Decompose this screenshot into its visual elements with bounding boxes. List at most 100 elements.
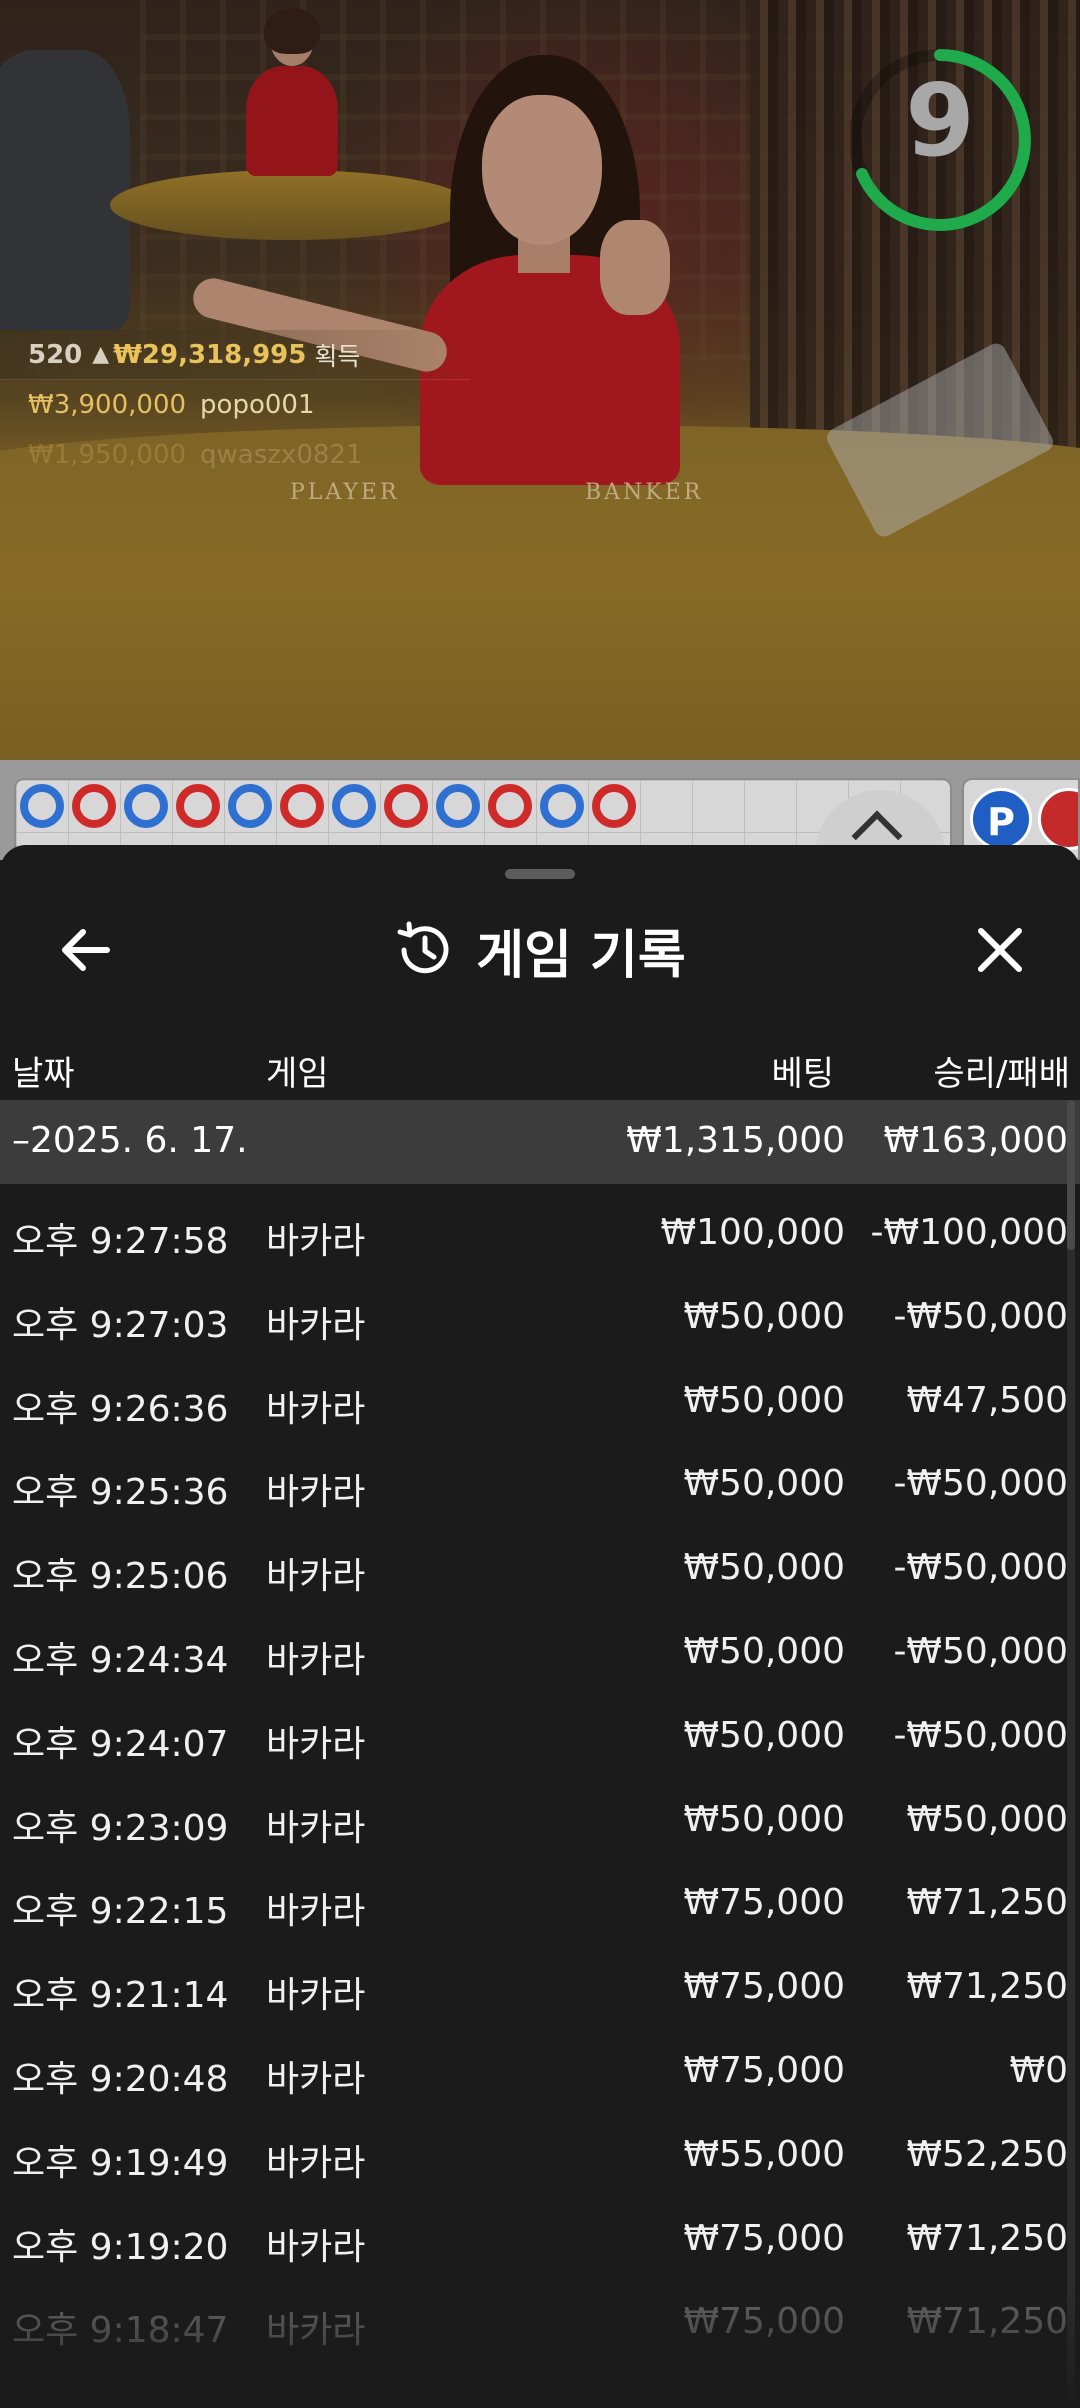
scrollbar[interactable] [1067, 1100, 1075, 2400]
row-time: 오후 9:27:58 [12, 1221, 229, 1262]
player-bead [436, 784, 480, 828]
row-game: 바카라 [266, 1472, 366, 1514]
top-winner-user: popo001 [200, 390, 315, 420]
winners-count: 520 [28, 339, 83, 370]
row-game: 바카라 [266, 2058, 366, 2100]
row-game: 바카라 [266, 1975, 366, 2017]
row-time: 오후 9:23:09 [12, 1807, 229, 1849]
row-time: 오후 9:27:03 [12, 1304, 229, 1346]
row-game: 바카라 [266, 1807, 366, 1849]
winners-overlay: 520 ▲ ₩29,318,995 획득 ₩3,900,000 popo001 … [0, 330, 470, 480]
group-date: –2025. 6. 17. [12, 1120, 248, 1161]
banker-bead [488, 784, 532, 828]
row-winloss: -₩100,000 [870, 1212, 1068, 1253]
row-bet: ₩50,000 [683, 1798, 845, 1840]
row-game: 바카라 [266, 1556, 366, 1598]
top-winner: ₩3,900,000 popo001 [0, 380, 470, 430]
table-row[interactable]: 오후 9:24:07 바카라 ₩50,000 -₩50,000 [0, 1687, 1080, 1771]
player-bead [540, 784, 584, 828]
sheet-header: 게임 기록 [0, 905, 1080, 995]
sheet-title: 게임 기록 [476, 925, 686, 986]
row-bet: ₩55,000 [683, 2133, 845, 2175]
row-game: 바카라 [266, 1304, 366, 1346]
row-bet: ₩50,000 [683, 1463, 845, 1505]
banker-bead [384, 784, 428, 828]
row-time: 오후 9:22:15 [12, 1891, 229, 1933]
table-row[interactable]: 오후 9:27:03 바카라 ₩50,000 -₩50,000 [0, 1268, 1080, 1352]
game-history-sheet: 게임 기록 날짜 게임 베팅 승리/패배 –2025. 6. 17. ₩1,31… [0, 845, 1080, 2408]
row-bet: ₩50,000 [683, 1295, 845, 1337]
winners-total-suffix: 획득 [314, 341, 361, 371]
next-winner-user: qwaszx0821 [200, 440, 363, 470]
row-bet: ₩75,000 [683, 1882, 845, 1924]
close-button[interactable] [960, 915, 1040, 985]
row-time: 오후 9:19:49 [12, 2142, 229, 2184]
player-bead [228, 784, 272, 828]
banker-bead [280, 784, 324, 828]
close-x-icon [978, 928, 1022, 972]
row-game: 바카라 [266, 1891, 366, 1933]
column-game: 게임 [266, 1054, 329, 1094]
row-game: 바카라 [266, 1221, 366, 1262]
row-winloss: -₩50,000 [893, 1547, 1068, 1589]
group-bet-total: ₩1,315,000 [626, 1120, 845, 1161]
row-winloss: ₩71,250 [906, 1966, 1068, 2008]
next-winner: ₩1,950,000 qwaszx0821 [0, 430, 470, 480]
top-winner-amount: ₩3,900,000 [28, 390, 187, 420]
row-time: 오후 9:24:07 [12, 1723, 229, 1765]
row-bet: ₩50,000 [683, 1714, 845, 1756]
row-time: 오후 9:21:14 [12, 1975, 229, 2017]
row-winloss: ₩52,250 [906, 2133, 1068, 2175]
row-bet: ₩75,000 [683, 2217, 845, 2259]
group-winloss-total: ₩163,000 [883, 1120, 1068, 1161]
row-winloss: ₩71,250 [906, 2217, 1068, 2259]
table-row[interactable]: 오후 9:26:36 바카라 ₩50,000 ₩47,500 [0, 1352, 1080, 1436]
column-date: 날짜 [12, 1054, 75, 1094]
history-list: 오후 9:27:58 바카라 ₩100,000 -₩100,000 오후 9:27:03… [0, 1184, 1080, 2357]
banker-bead [72, 784, 116, 828]
table-row[interactable]: 오후 9:27:58 바카라 ₩100,000 -₩100,000 [0, 1184, 1080, 1268]
table-row[interactable]: 오후 9:19:20 바카라 ₩75,000 ₩71,250 [0, 2190, 1080, 2274]
row-bet: ₩100,000 [660, 1212, 845, 1253]
table-header: 날짜 게임 베팅 승리/패배 [0, 1030, 1080, 1100]
history-clock-icon [397, 921, 449, 974]
player-bead [20, 784, 64, 828]
row-time: 오후 9:19:20 [12, 2226, 229, 2268]
table-row[interactable]: 오후 9:19:49 바카라 ₩55,000 ₩52,250 [0, 2106, 1080, 2190]
table-row[interactable]: 오후 9:25:36 바카라 ₩50,000 -₩50,000 [0, 1435, 1080, 1519]
row-winloss: -₩50,000 [893, 1295, 1068, 1337]
table-row[interactable]: 오후 9:24:34 바카라 ₩50,000 -₩50,000 [0, 1603, 1080, 1687]
player-predict-badge[interactable]: P [970, 788, 1032, 850]
row-winloss: ₩50,000 [906, 1798, 1068, 1840]
winners-summary: 520 ▲ ₩29,318,995 획득 [0, 330, 470, 380]
list-fade [0, 2288, 1080, 2408]
row-time: 오후 9:26:36 [12, 1388, 229, 1430]
table-row[interactable]: 오후 9:20:48 바카라 ₩75,000 ₩0 [0, 2022, 1080, 2106]
column-winloss: 승리/패배 [933, 1054, 1070, 1094]
row-time: 오후 9:20:48 [12, 2058, 229, 2100]
row-winloss: ₩47,500 [906, 1379, 1068, 1421]
table-row[interactable]: 오후 9:25:06 바카라 ₩50,000 -₩50,000 [0, 1519, 1080, 1603]
sheet-drag-handle[interactable] [505, 869, 575, 879]
row-time: 오후 9:25:06 [12, 1556, 229, 1598]
table-row[interactable]: 오후 9:23:09 바카라 ₩50,000 ₩50,000 [0, 1771, 1080, 1855]
table-row[interactable]: 오후 9:21:14 바카라 ₩75,000 ₩71,250 [0, 1938, 1080, 2022]
live-video-stream: PLAYER BANKER 9 520 ▲ ₩29,318,995 획득 ₩3,… [0, 0, 1080, 760]
scrollbar-thumb[interactable] [1067, 1100, 1075, 1250]
row-time: 오후 9:24:34 [12, 1639, 229, 1681]
row-bet: ₩75,000 [683, 2049, 845, 2091]
row-winloss: ₩0 [1009, 2049, 1069, 2091]
row-game: 바카라 [266, 1639, 366, 1681]
row-bet: ₩50,000 [683, 1547, 845, 1589]
person-icon: ▲ [92, 342, 110, 367]
table-row[interactable]: 오후 9:22:15 바카라 ₩75,000 ₩71,250 [0, 1854, 1080, 1938]
banker-predict-badge[interactable] [1038, 788, 1078, 850]
timer-value: 9 [905, 62, 975, 179]
winners-total: ₩29,318,995 [113, 339, 307, 370]
date-group-row[interactable]: –2025. 6. 17. ₩1,315,000 ₩163,000 [0, 1100, 1080, 1184]
player-bead [332, 784, 376, 828]
next-winner-amount: ₩1,950,000 [28, 440, 187, 470]
column-bet: 베팅 [771, 1054, 834, 1094]
row-winloss: ₩71,250 [906, 1882, 1068, 1924]
row-winloss: -₩50,000 [893, 1630, 1068, 1672]
